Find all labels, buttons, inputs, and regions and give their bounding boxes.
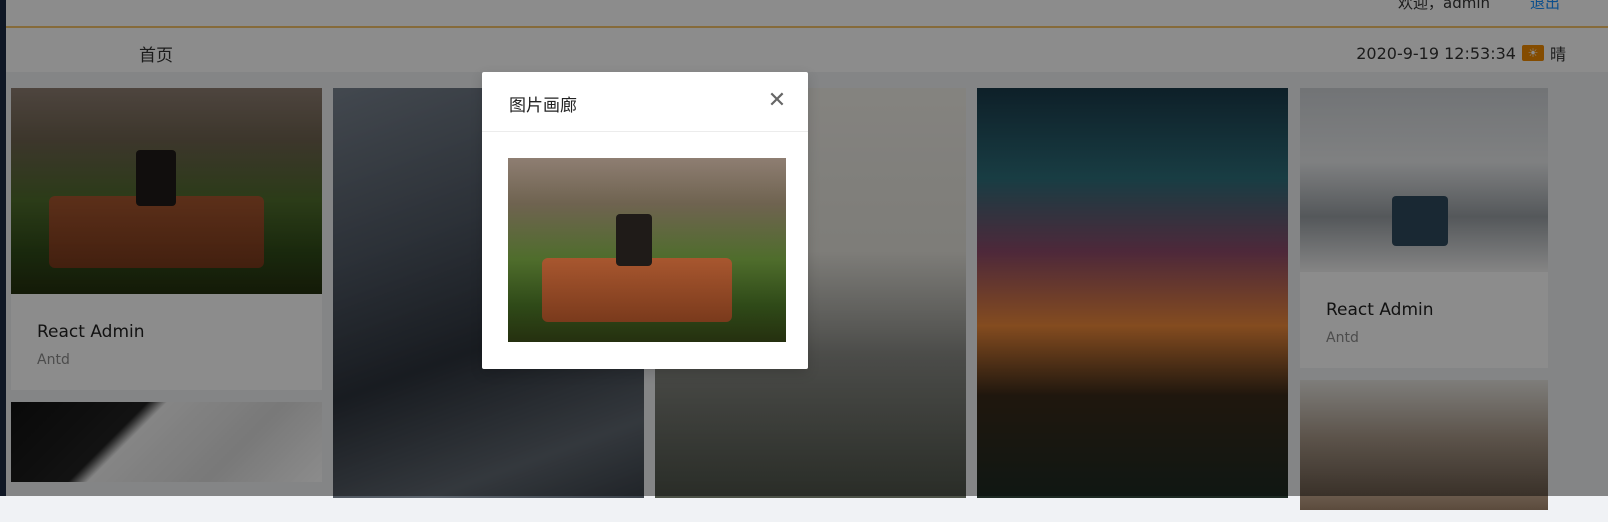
suitcase-shape bbox=[542, 258, 732, 322]
image-gallery-modal: 图片画廊 ✕ bbox=[482, 72, 808, 369]
camera-shape bbox=[616, 214, 652, 266]
modal-header: 图片画廊 ✕ bbox=[482, 72, 808, 132]
modal-title: 图片画廊 bbox=[509, 96, 577, 116]
close-icon[interactable]: ✕ bbox=[764, 88, 790, 114]
modal-body bbox=[482, 132, 808, 368]
preview-photo bbox=[508, 158, 786, 342]
